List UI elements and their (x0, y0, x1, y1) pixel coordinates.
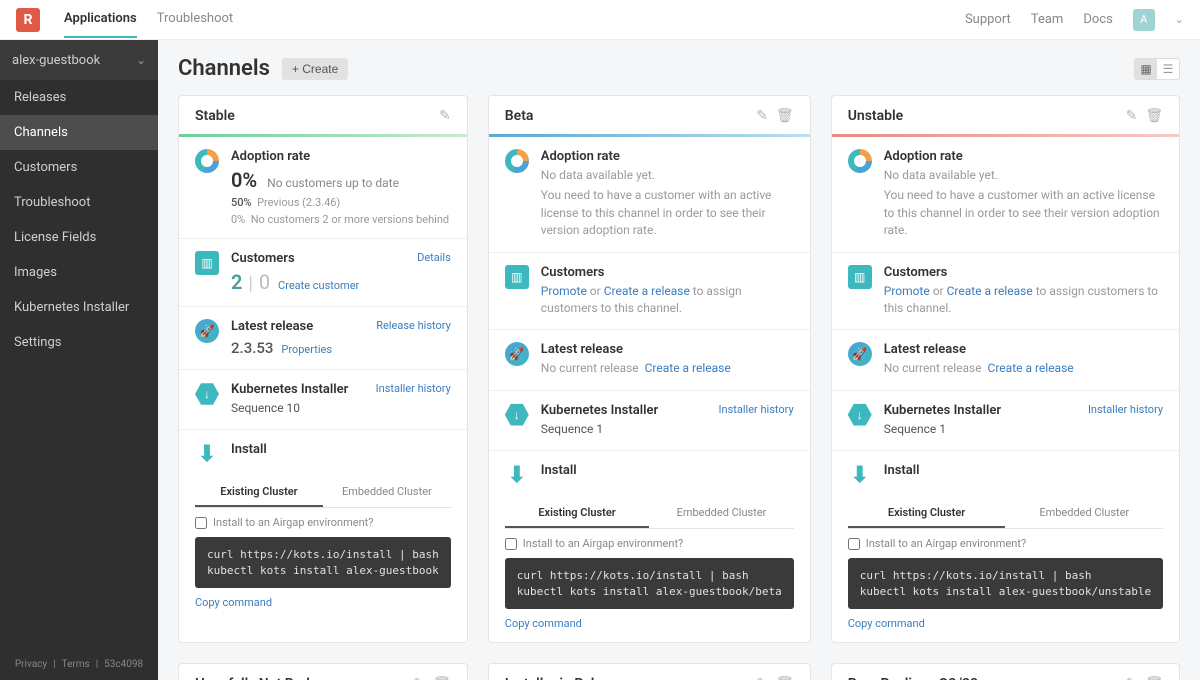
promote-link[interactable]: Promote (541, 284, 587, 298)
install-command: curl https://kots.io/install | bash kube… (848, 558, 1163, 609)
app-name: alex-guestbook (12, 53, 100, 68)
tab-existing-cluster[interactable]: Existing Cluster (195, 478, 323, 507)
view-toggle: ▦ ☰ (1134, 58, 1180, 80)
tab-troubleshoot[interactable]: Troubleshoot (157, 1, 233, 38)
channel-name: Installer in Release (505, 676, 624, 680)
sidebar-item-customers[interactable]: Customers (0, 150, 158, 185)
copy-command-link[interactable]: Copy command (489, 617, 810, 642)
rocket-icon: 🚀 (505, 342, 529, 366)
edit-icon[interactable]: ✎ (1126, 676, 1138, 680)
download-icon: ⬇ (195, 442, 219, 466)
delete-icon[interactable]: 🗑 (1145, 676, 1163, 680)
channel-name: Hopefully Not Broken (195, 676, 329, 680)
building-icon: ▥ (195, 251, 219, 275)
main-content: Channels + Create ▦ ☰ Stable ✎ Adoption … (158, 40, 1200, 680)
footer-build: 53c4098 (104, 659, 143, 670)
nav-team[interactable]: Team (1031, 12, 1064, 27)
channel-card: Installer in Release ✎🗑 Adoption rate (488, 663, 811, 680)
create-release-link[interactable]: Create a release (988, 361, 1074, 375)
delete-icon[interactable]: 🗑 (776, 676, 794, 680)
topbar: R Applications Troubleshoot Support Team… (0, 0, 1200, 40)
sidebar-item-settings[interactable]: Settings (0, 325, 158, 360)
tab-existing-cluster[interactable]: Existing Cluster (848, 499, 1006, 528)
chevron-down-icon[interactable]: ⌄ (1175, 13, 1184, 26)
details-link[interactable]: Details (417, 251, 451, 264)
rocket-icon: 🚀 (848, 342, 872, 366)
avatar[interactable]: A (1133, 9, 1155, 31)
gauge-icon (195, 149, 219, 173)
nav-support[interactable]: Support (965, 12, 1011, 27)
sidebar-item-channels[interactable]: Channels (0, 115, 158, 150)
grid-view-icon[interactable]: ▦ (1135, 59, 1157, 79)
channel-card: Hopefully Not Broken ✎🗑 Adoption rate (178, 663, 468, 680)
tab-applications[interactable]: Applications (64, 1, 137, 38)
channel-name: Unstable (848, 108, 903, 124)
create-release-link[interactable]: Create a release (947, 284, 1033, 298)
release-history-link[interactable]: Release history (376, 319, 451, 332)
hexagon-icon: ↓ (195, 382, 219, 406)
channel-name: Stable (195, 108, 235, 124)
topnav-tabs: Applications Troubleshoot (64, 1, 233, 38)
download-icon: ⬇ (505, 463, 529, 487)
building-icon: ▥ (848, 265, 872, 289)
building-icon: ▥ (505, 265, 529, 289)
logo[interactable]: R (16, 8, 40, 32)
create-release-link[interactable]: Create a release (604, 284, 690, 298)
list-view-icon[interactable]: ☰ (1157, 59, 1179, 79)
gauge-icon (848, 149, 872, 173)
tab-embedded-cluster[interactable]: Embedded Cluster (1005, 499, 1163, 528)
edit-icon[interactable]: ✎ (439, 108, 451, 124)
airgap-checkbox[interactable]: Install to an Airgap environment? (179, 508, 467, 537)
delete-icon[interactable]: 🗑 (433, 676, 451, 680)
airgap-checkbox[interactable]: Install to an Airgap environment? (489, 529, 810, 558)
sidebar-footer: Privacy| Terms| 53c4098 (0, 649, 158, 680)
sidebar-item-releases[interactable]: Releases (0, 80, 158, 115)
delete-icon[interactable]: 🗑 (1145, 108, 1163, 124)
copy-command-link[interactable]: Copy command (832, 617, 1179, 642)
sidebar-item-images[interactable]: Images (0, 255, 158, 290)
channel-card: Beta ✎🗑 Adoption rate No data available … (488, 95, 811, 643)
edit-icon[interactable]: ✎ (756, 676, 768, 680)
tab-embedded-cluster[interactable]: Embedded Cluster (649, 499, 793, 528)
create-release-link[interactable]: Create a release (645, 361, 731, 375)
channel-name: Beta (505, 108, 534, 124)
airgap-checkbox[interactable]: Install to an Airgap environment? (832, 529, 1179, 558)
page-title: Channels (178, 56, 270, 81)
edit-icon[interactable]: ✎ (756, 108, 768, 124)
sidebar-item-kubernetes-installer[interactable]: Kubernetes Installer (0, 290, 158, 325)
install-command: curl https://kots.io/install | bash kube… (195, 537, 451, 588)
app-selector[interactable]: alex-guestbook ⌄ (0, 40, 158, 80)
install-command: curl https://kots.io/install | bash kube… (505, 558, 794, 609)
installer-history-link[interactable]: Installer history (719, 403, 794, 416)
sidebar: alex-guestbook ⌄ ReleasesChannelsCustome… (0, 40, 158, 680)
create-button[interactable]: + Create (282, 58, 348, 80)
download-icon: ⬇ (848, 463, 872, 487)
chevron-down-icon: ⌄ (136, 53, 146, 67)
tab-embedded-cluster[interactable]: Embedded Cluster (323, 478, 451, 507)
create-customer-link[interactable]: Create customer (278, 279, 359, 292)
promote-link[interactable]: Promote (884, 284, 930, 298)
tab-existing-cluster[interactable]: Existing Cluster (505, 499, 649, 528)
channel-card: Prep Replicon Q2 '22 ✎🗑 Adoption rate (831, 663, 1180, 680)
channel-card: Unstable ✎🗑 Adoption rate No data availa… (831, 95, 1180, 643)
sidebar-item-license-fields[interactable]: License Fields (0, 220, 158, 255)
channel-card: Stable ✎ Adoption rate 0% No customers u… (178, 95, 468, 643)
topnav-right: Support Team Docs A ⌄ (965, 9, 1184, 31)
footer-privacy[interactable]: Privacy (15, 659, 47, 670)
sidebar-item-troubleshoot[interactable]: Troubleshoot (0, 185, 158, 220)
copy-command-link[interactable]: Copy command (179, 596, 467, 621)
installer-history-link[interactable]: Installer history (376, 382, 451, 395)
properties-link[interactable]: Properties (281, 343, 332, 356)
hexagon-icon: ↓ (505, 403, 529, 427)
gauge-icon (505, 149, 529, 173)
edit-icon[interactable]: ✎ (413, 676, 425, 680)
footer-terms[interactable]: Terms (62, 659, 90, 670)
nav-docs[interactable]: Docs (1083, 12, 1112, 27)
delete-icon[interactable]: 🗑 (776, 108, 794, 124)
rocket-icon: 🚀 (195, 319, 219, 343)
edit-icon[interactable]: ✎ (1126, 108, 1138, 124)
channel-name: Prep Replicon Q2 '22 (848, 676, 978, 680)
hexagon-icon: ↓ (848, 403, 872, 427)
installer-history-link[interactable]: Installer history (1088, 403, 1163, 416)
